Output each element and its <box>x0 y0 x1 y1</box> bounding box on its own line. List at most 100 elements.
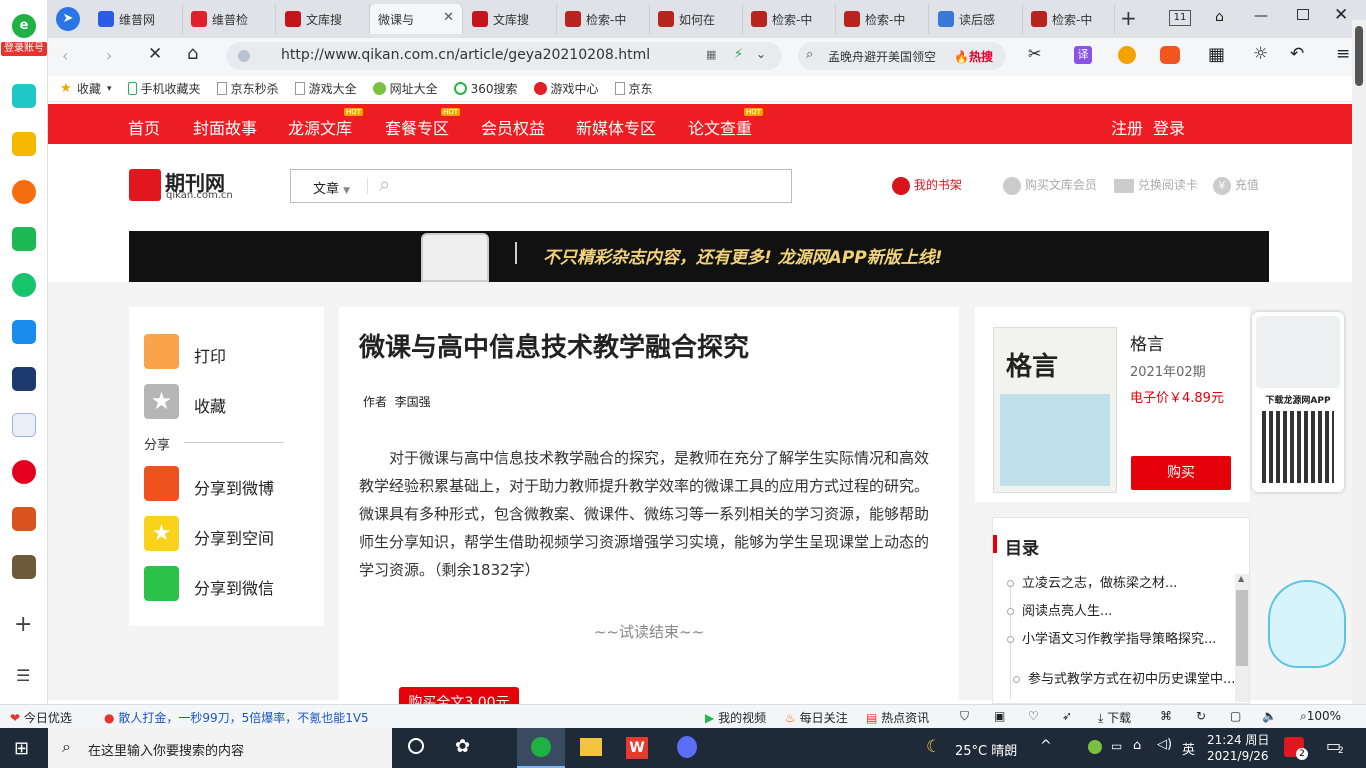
stop-icon[interactable]: ✕ <box>148 44 162 64</box>
weibo-icon[interactable] <box>12 180 36 204</box>
bookmark-jd[interactable]: 京东 <box>614 80 653 97</box>
buy-magazine-button[interactable]: 购买 <box>1131 456 1231 490</box>
browser-360-taskbar-icon[interactable] <box>517 728 565 768</box>
cookie-icon[interactable]: ⌘ <box>1160 709 1172 723</box>
cortana-icon[interactable] <box>408 738 424 754</box>
browser-tab[interactable]: 检索-中 <box>836 4 929 34</box>
browser-search-box[interactable]: ⌕ 孟晚舟避开美国领空 🔥热搜 <box>798 42 1006 70</box>
app-store-icon[interactable] <box>12 84 36 108</box>
clock-date[interactable]: 2021/9/26 <box>1207 749 1269 763</box>
page-scrollbar[interactable] <box>1352 20 1366 704</box>
apps-grid-icon[interactable]: ▦ <box>1208 44 1225 65</box>
close-window-button[interactable]: ✕ <box>1334 5 1348 25</box>
browser-tab[interactable]: 读后感 <box>930 4 1023 34</box>
word-doc-icon[interactable] <box>12 413 36 437</box>
bookmark-360-search[interactable]: 360搜索 <box>453 80 518 97</box>
search-type-select[interactable]: 文章 ▼ <box>313 178 350 197</box>
add-icon[interactable]: + <box>14 612 32 637</box>
bookmark-game-center[interactable]: 游戏中心 <box>533 80 599 97</box>
redeem-card-link[interactable]: 兑换阅读卡 <box>1114 176 1198 193</box>
app-download-card[interactable]: 下载龙源网APP <box>1252 312 1344 492</box>
lightning-icon[interactable]: ⚡ <box>734 47 743 62</box>
menu-icon[interactable]: ☰ <box>16 666 30 685</box>
service-mascot-icon[interactable] <box>1268 580 1346 668</box>
nav-item[interactable]: 封面故事 <box>193 115 257 139</box>
app-drop-icon[interactable] <box>677 736 697 758</box>
zoom-level[interactable]: ⌕100% <box>1300 709 1341 724</box>
toc-scrollbar[interactable]: ▲ <box>1235 574 1249 702</box>
wps-icon[interactable]: W <box>626 737 648 759</box>
health-icon[interactable]: ♡ <box>1028 709 1039 723</box>
image-icon[interactable]: ▣ <box>994 709 1005 723</box>
browser-tab[interactable]: 维普网 <box>90 4 183 34</box>
share-wechat-button[interactable]: 分享到微信 <box>144 566 314 602</box>
browser-tab[interactable]: 文库搜 <box>277 4 370 34</box>
toc-item[interactable]: 立凌云之志，做栋梁之材... <box>1007 575 1229 593</box>
print-button[interactable]: 打印 <box>144 334 314 370</box>
navigate-icon[interactable]: ➤ <box>56 7 80 31</box>
magazine-cover[interactable]: 格言 <box>993 327 1117 493</box>
magazine-name[interactable]: 格言 <box>1130 330 1164 355</box>
volume-icon[interactable]: ◁) <box>1157 737 1172 752</box>
site-logo[interactable]: 期刊网 qikan.com.cn <box>129 169 233 203</box>
my-video[interactable]: ▶ 我的视频 <box>705 709 766 726</box>
toc-item[interactable]: 参与式教学方式在初中历史课堂中... <box>1013 671 1235 689</box>
nav-item[interactable]: 首页 <box>128 115 160 139</box>
bookmark-games[interactable]: 游戏大全 <box>294 80 357 97</box>
tab-count-badge[interactable]: 11 <box>1169 10 1191 26</box>
scroll-up-icon[interactable]: ▲ <box>1238 574 1244 583</box>
windows-start-icon[interactable]: ⊞ <box>14 738 29 759</box>
news-icon[interactable] <box>12 367 36 391</box>
refresh-icon[interactable]: ↻ <box>1196 709 1206 723</box>
favorite-button[interactable]: ★ 收藏 <box>144 384 314 420</box>
browser-tab[interactable]: 维普检 <box>183 4 276 34</box>
shirt-icon[interactable]: ⌂ <box>1215 9 1224 25</box>
task-view-icon[interactable]: ✿ <box>455 736 470 757</box>
search-hot-text[interactable]: 孟晚舟避开美国领空 <box>828 48 936 65</box>
tray-chevron-icon[interactable]: ^ <box>1040 738 1052 754</box>
weather-moon-icon[interactable]: ☾ <box>926 737 941 757</box>
browser-tab[interactable]: 检索-中 <box>1023 4 1115 34</box>
xiaohongshu-icon[interactable] <box>12 460 36 484</box>
bookmark-mobile[interactable]: 手机收藏夹 <box>127 80 201 97</box>
maximize-button[interactable] <box>1297 9 1309 20</box>
nav-item[interactable]: 会员权益 <box>481 115 545 139</box>
login-avatar-icon[interactable]: e <box>12 14 36 38</box>
download-button[interactable]: ⤓ 下载 <box>1098 709 1131 726</box>
hot-news[interactable]: ▤ 热点资讯 <box>866 709 929 726</box>
p-app-icon[interactable] <box>12 320 36 344</box>
share-qzone-button[interactable]: ★ 分享到空间 <box>144 516 314 552</box>
my-bookshelf[interactable]: 我的书架 <box>892 176 962 195</box>
login-link[interactable]: 登录 <box>1153 115 1185 139</box>
bookmark-sites[interactable]: 网址大全 <box>372 80 438 97</box>
taskbar-search-box[interactable]: ⌕ 在这里输入你要搜索的内容 <box>48 728 392 768</box>
today-picks[interactable]: ❤ 今日优选 <box>10 709 72 726</box>
nav-item[interactable]: 套餐专区 HOT <box>385 108 461 139</box>
game-icon[interactable] <box>1160 46 1180 64</box>
game-icon[interactable] <box>12 507 36 531</box>
new-tab-button[interactable]: + <box>1120 6 1137 30</box>
ime-indicator[interactable]: 英 <box>1182 739 1195 758</box>
browser-tab[interactable]: 微课与 ✕ <box>370 4 463 34</box>
clock-time[interactable]: 21:24 周日 <box>1207 731 1269 748</box>
tray-app-icon[interactable] <box>1088 740 1102 754</box>
volume-icon[interactable]: 🔈 <box>1262 709 1277 723</box>
browser-tab[interactable]: 检索-中 <box>743 4 836 34</box>
daily-follow[interactable]: ♨ 每日关注 <box>785 709 848 726</box>
toc-item[interactable]: 阅读点亮人生... <box>1007 603 1229 621</box>
brightness-icon[interactable]: ☼ <box>1253 44 1268 64</box>
file-explorer-icon[interactable] <box>580 738 602 756</box>
address-bar[interactable]: http://www.qikan.com.cn/article/geya2021… <box>226 42 782 70</box>
bookmark-jd-seckill[interactable]: 京东秒杀 <box>216 80 279 97</box>
battery-icon[interactable]: ▭ <box>1111 739 1122 753</box>
toc-item[interactable]: 小学语文习作教学指导策略探究... <box>1007 631 1229 649</box>
nav-item[interactable]: 龙源文库 HOT <box>288 108 364 139</box>
rocket-icon[interactable]: ➶ <box>1062 709 1072 723</box>
favorites-star-icon[interactable] <box>12 132 36 156</box>
buy-member-link[interactable]: 购买文库会员 <box>1003 176 1097 195</box>
shield-icon[interactable]: ⛉ <box>960 709 969 724</box>
browser-tab[interactable]: 检索-中 <box>557 4 650 34</box>
weather-text[interactable]: 25°C 晴朗 <box>955 740 1017 759</box>
ad-text[interactable]: ● 散人打金，一秒99刀，5倍爆率，不氪也能1V5 <box>104 709 369 726</box>
bookmark-favorites[interactable]: ★ 收藏 ▾ <box>60 80 112 97</box>
